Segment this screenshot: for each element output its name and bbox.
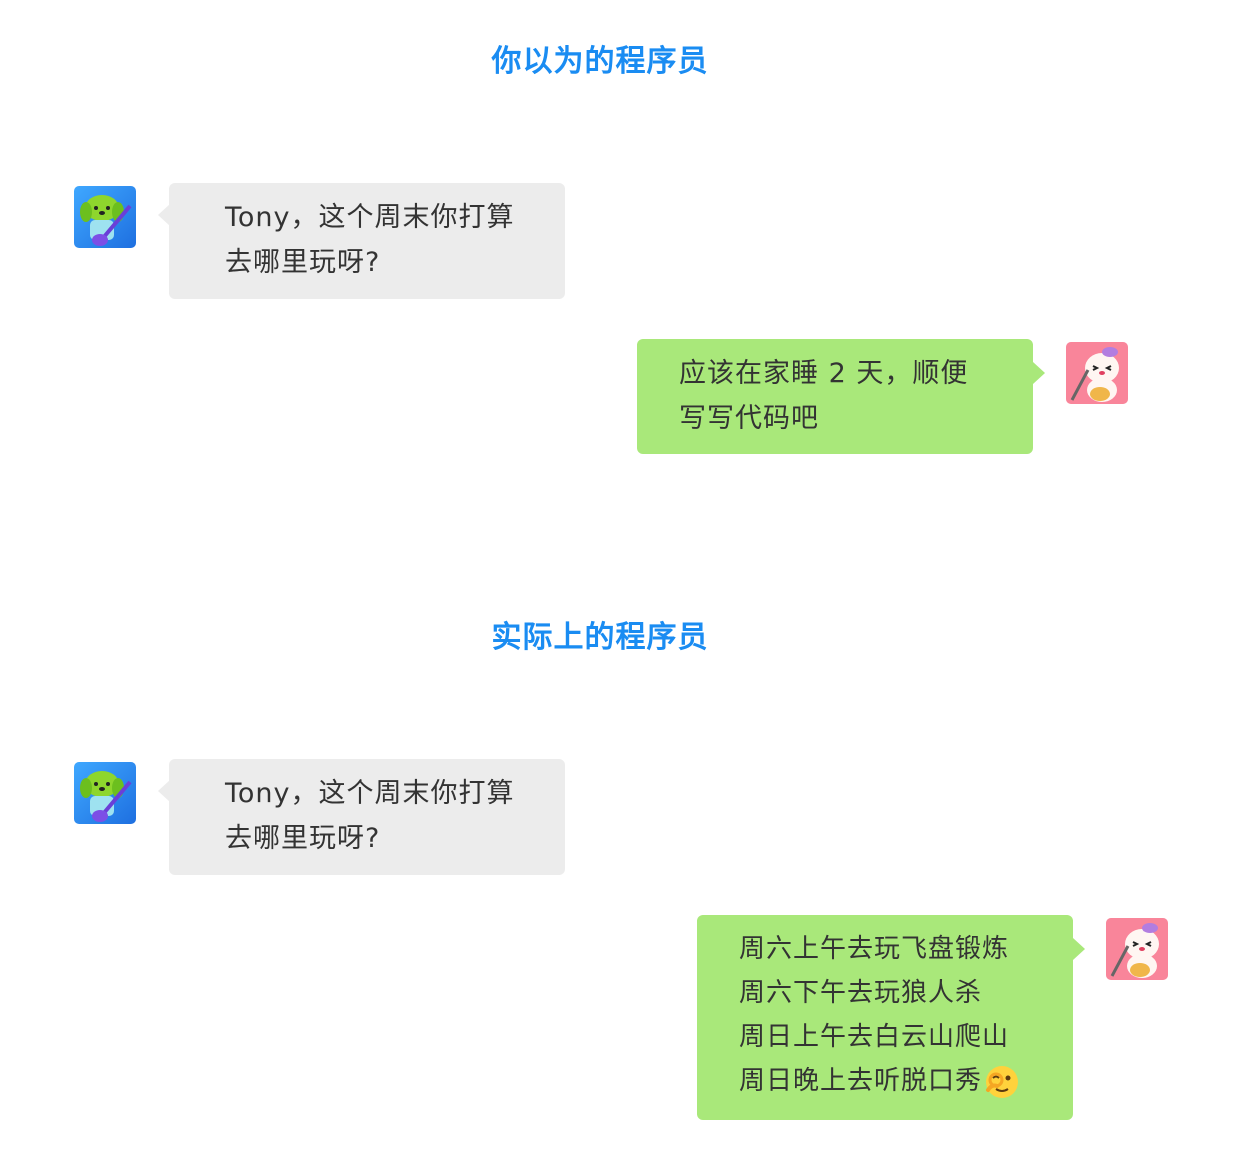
message-line: 去哪里玩呀?	[225, 247, 381, 278]
message-line: 应该在家睡 2 天，顺便	[679, 358, 969, 389]
section-title-expectation: 你以为的程序员	[491, 44, 709, 79]
outgoing-message-bubble[interactable]: 应该在家睡 2 天，顺便 写写代码吧	[637, 339, 1033, 454]
bunny-guitar-avatar-icon	[1106, 918, 1168, 980]
message-line: Tony，这个周末你打算	[225, 202, 515, 233]
contact-avatar[interactable]	[74, 186, 136, 248]
message-line: 周日上午去白云山爬山	[739, 1022, 1010, 1052]
message-line-with-emoji: 周日晚上去听脱口秀	[739, 1059, 1073, 1103]
message-line-text: 周日晚上去听脱口秀	[739, 1066, 983, 1096]
bunny-guitar-avatar-icon	[1066, 342, 1128, 404]
bubble-tail	[1033, 362, 1045, 384]
incoming-message-bubble[interactable]: Tony，这个周末你打算 去哪里玩呀?	[169, 759, 565, 875]
message-line: 去哪里玩呀?	[225, 823, 381, 854]
outgoing-message-bubble[interactable]: 周六上午去玩飞盘锻炼 周六下午去玩狼人杀 周日上午去白云山爬山 周日晚上去听脱口…	[697, 915, 1073, 1120]
section-title-reality: 实际上的程序员	[491, 620, 709, 655]
message-line: 写写代码吧	[679, 403, 819, 434]
self-avatar[interactable]	[1106, 918, 1168, 980]
message-line: 周六下午去玩狼人杀	[739, 978, 983, 1008]
contact-avatar[interactable]	[74, 762, 136, 824]
incoming-message-bubble[interactable]: Tony，这个周末你打算 去哪里玩呀?	[169, 183, 565, 299]
dog-guitar-avatar-icon	[74, 762, 136, 824]
dog-guitar-avatar-icon	[74, 186, 136, 248]
message-line: Tony，这个周末你打算	[225, 778, 515, 809]
face-with-finger-ok-emoji-icon	[986, 1065, 1019, 1098]
bubble-tail	[1073, 938, 1085, 960]
self-avatar[interactable]	[1066, 342, 1128, 404]
message-line: 周六上午去玩飞盘锻炼	[739, 934, 1010, 964]
